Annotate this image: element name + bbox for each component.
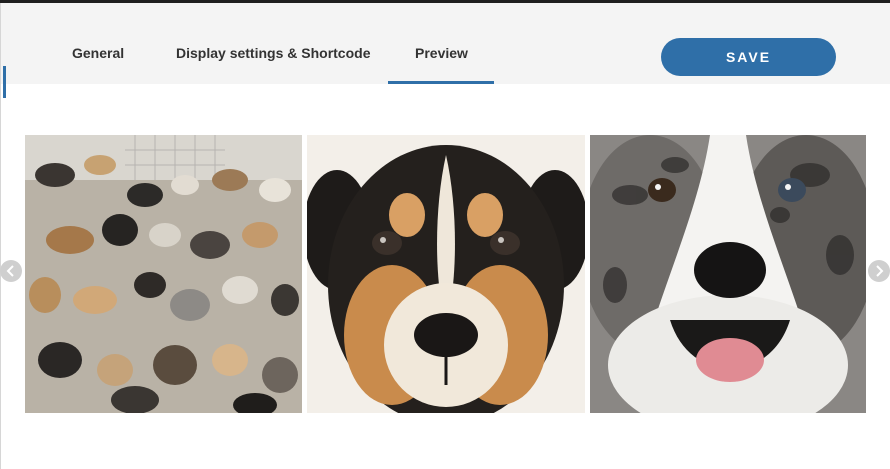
tab-preview[interactable]: Preview	[415, 45, 468, 61]
gallery-preview	[25, 135, 866, 413]
chevron-left-icon[interactable]	[0, 260, 22, 282]
accent-marker	[3, 66, 6, 98]
active-tab-indicator	[388, 81, 494, 84]
dog-pack-photo	[25, 135, 302, 413]
tab-general[interactable]: General	[72, 45, 124, 61]
merle-dog-photo	[590, 135, 866, 413]
save-button[interactable]: SAVE	[661, 38, 836, 76]
tab-display-settings[interactable]: Display settings & Shortcode	[176, 45, 370, 61]
puppy-closeup-photo	[307, 135, 585, 413]
settings-header: General Display settings & Shortcode Pre…	[1, 3, 890, 84]
chevron-right-icon[interactable]	[868, 260, 890, 282]
